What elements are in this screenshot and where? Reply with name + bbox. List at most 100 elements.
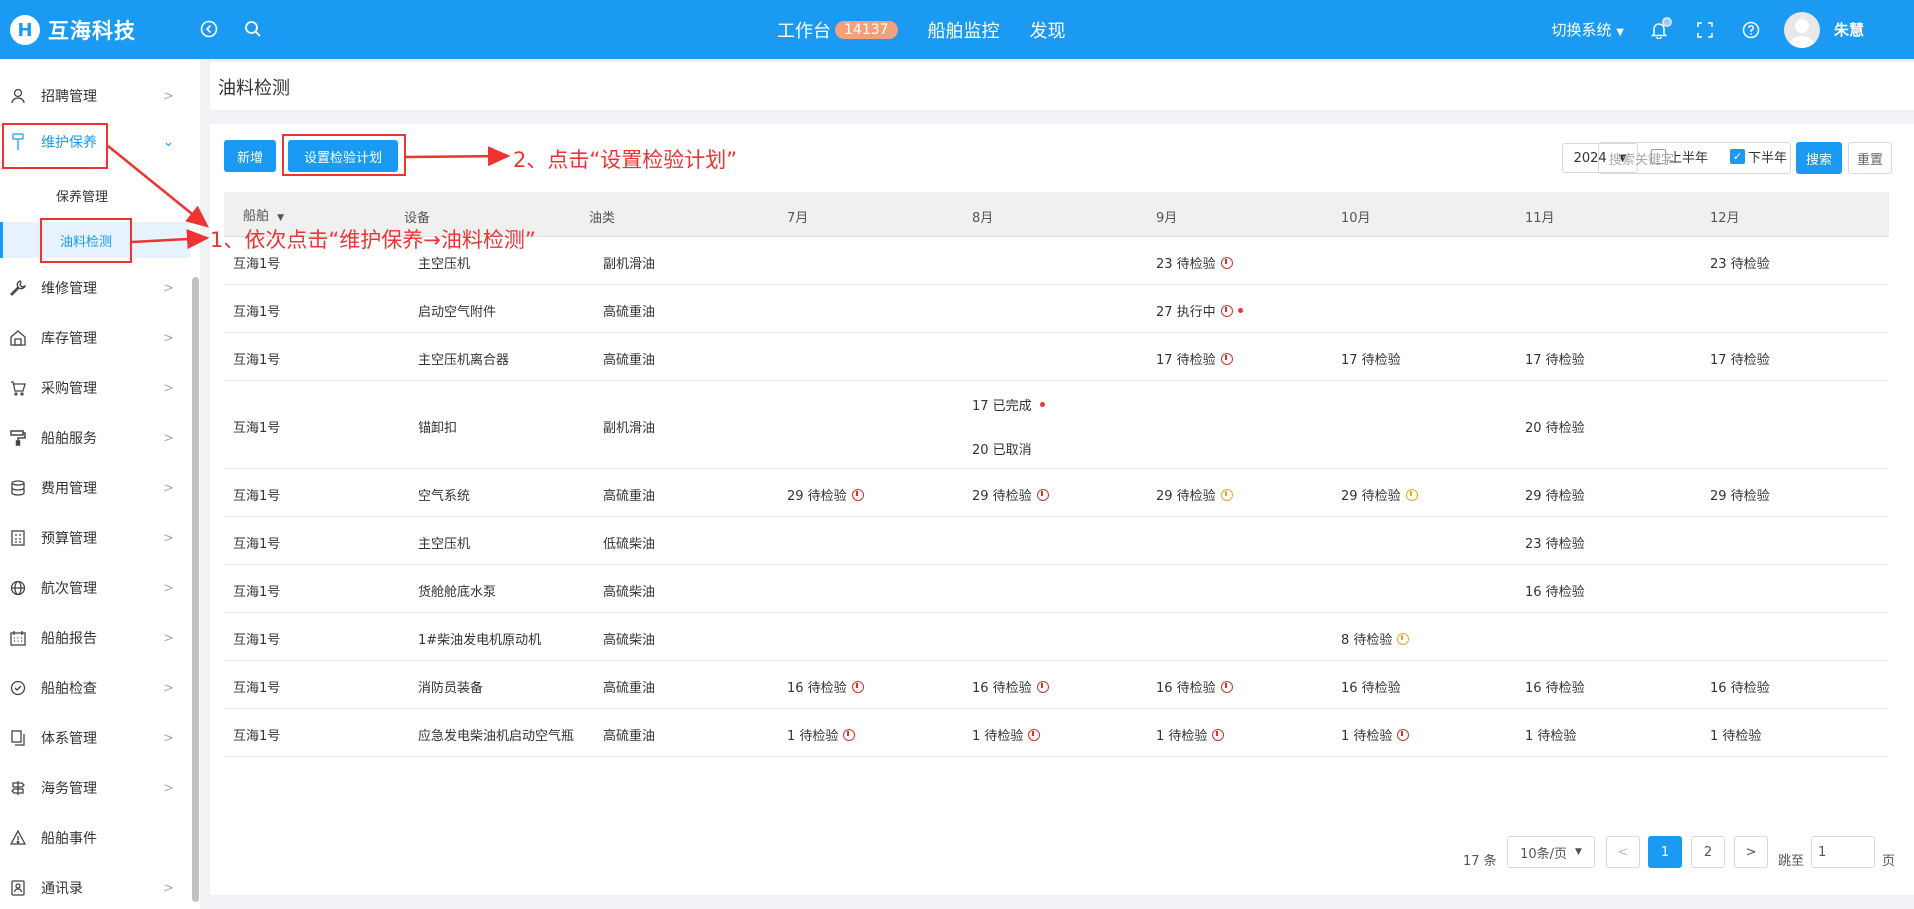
sidebar-item-budget[interactable]: 预算管理 > <box>0 518 190 558</box>
cell-nov[interactable]: 16 待检验 <box>1525 677 1585 696</box>
overdue-clock-icon <box>1397 728 1410 741</box>
sidebar-scrollbar[interactable] <box>192 277 199 902</box>
sidebar-item-system[interactable]: 体系管理 > <box>0 718 190 758</box>
overdue-clock-icon <box>1220 256 1233 269</box>
cell-oct[interactable]: 29 待检验 <box>1341 485 1418 504</box>
cell-nov[interactable]: 1 待检验 <box>1525 725 1576 744</box>
table-row[interactable]: 互海1号 1#柴油发电机原动机 高硫柴油 8 待检验 <box>224 613 1889 661</box>
table-row[interactable]: 互海1号 消防员装备 高硫重油 16 待检验 16 待检验 16 待检验 16 … <box>224 661 1889 709</box>
user-name[interactable]: 朱慧 <box>1834 19 1864 40</box>
cell-dec[interactable]: 29 待检验 <box>1710 485 1770 504</box>
cell-oct[interactable]: 16 待检验 <box>1341 677 1401 696</box>
nav-discover[interactable]: 发现 <box>1030 17 1066 43</box>
overdue-clock-icon <box>1220 304 1233 317</box>
sidebar-item-purchase[interactable]: 采购管理 > <box>0 368 190 408</box>
col-ship[interactable]: 船舶 ▼ <box>243 205 284 224</box>
page-button-1[interactable]: 1 <box>1648 836 1682 868</box>
nav-ship-monitor[interactable]: 船舶监控 <box>928 17 1000 43</box>
sidebar-item-label: 库存管理 <box>41 331 97 347</box>
sidebar-item-ship-report[interactable]: 船舶报告 > <box>0 618 190 658</box>
cell-aug[interactable]: 1 待检验 <box>972 725 1041 744</box>
back-circle-icon[interactable] <box>196 16 222 42</box>
cell-dec[interactable]: 23 待检验 <box>1710 253 1770 272</box>
table-row[interactable]: 互海1号 应急发电柴油机启动空气瓶 高硫重油 1 待检验 1 待检验 1 待检验… <box>224 709 1889 757</box>
logo[interactable]: H 互海科技 <box>10 12 136 48</box>
chevron-down-icon: ⌄ <box>163 134 174 150</box>
sidebar-item-voyage[interactable]: 航次管理 > <box>0 568 190 608</box>
page-button-2[interactable]: 2 <box>1691 836 1725 868</box>
cell-oil: 副机滑油 <box>603 421 656 436</box>
cell-sep[interactable]: 16 待检验 <box>1156 677 1233 696</box>
cell-ship: 互海1号 <box>233 729 281 744</box>
page-size-select[interactable]: 10条/页 ▼ <box>1507 836 1595 868</box>
cell-sep[interactable]: 23 待检验 <box>1156 253 1233 272</box>
user-avatar[interactable] <box>1783 11 1820 48</box>
chevron-right-icon: > <box>163 480 174 496</box>
paint-roller-icon <box>8 430 28 446</box>
jump-page-input[interactable]: 1 <box>1811 836 1875 868</box>
cell-nov[interactable]: 16 待检验 <box>1525 581 1585 600</box>
sidebar-item-contacts[interactable]: 通讯录 > <box>0 868 190 908</box>
cell-jul[interactable]: 29 待检验 <box>787 485 864 504</box>
status-text: 27 执行中 <box>1156 305 1216 320</box>
cell-aug-completed[interactable]: 17 已完成 <box>972 395 1045 414</box>
cell-jul[interactable]: 1 待检验 <box>787 725 856 744</box>
cell-dec[interactable]: 16 待检验 <box>1710 677 1770 696</box>
cell-equipment: 主空压机离合器 <box>418 353 510 368</box>
sidebar-item-label: 体系管理 <box>41 731 97 747</box>
switch-system-label: 切换系统 <box>1551 21 1612 39</box>
table-row[interactable]: 互海1号 货舱舱底水泵 高硫柴油 16 待检验 <box>224 565 1889 613</box>
cell-sep[interactable]: 1 待检验 <box>1156 725 1225 744</box>
cell-aug[interactable]: 29 待检验 <box>972 485 1049 504</box>
status-text: 1 待检验 <box>1156 729 1208 744</box>
cell-nov[interactable]: 20 待检验 <box>1525 417 1585 436</box>
cell-nov[interactable]: 23 待检验 <box>1525 533 1585 552</box>
bell-icon[interactable] <box>1646 16 1672 39</box>
search-icon[interactable] <box>240 16 266 42</box>
calendar-icon <box>8 630 28 646</box>
annotation-step2: 2、点击“设置检验计划” <box>513 148 738 172</box>
sidebar-item-marine[interactable]: 海务管理 > <box>0 768 190 808</box>
cell-nov[interactable]: 29 待检验 <box>1525 485 1585 504</box>
table-row[interactable]: 互海1号 主空压机 低硫柴油 23 待检验 <box>224 517 1889 565</box>
sidebar-item-repair[interactable]: 维修管理 > <box>0 268 190 308</box>
prev-page-button[interactable]: < <box>1606 836 1640 868</box>
cell-oct[interactable]: 1 待检验 <box>1341 725 1410 744</box>
sidebar-item-recruitment[interactable]: 招聘管理 > <box>0 76 190 116</box>
nav-workbench[interactable]: 工作台 14137 <box>777 17 898 43</box>
reset-button[interactable]: 重置 <box>1848 142 1892 174</box>
cell-dec[interactable]: 1 待检验 <box>1710 725 1761 744</box>
table-row[interactable]: 互海1号 空气系统 高硫重油 29 待检验 29 待检验 29 待检验 29 待… <box>224 469 1889 517</box>
caret-down-icon: ▼ <box>1616 27 1624 38</box>
fullscreen-icon[interactable] <box>1692 21 1718 38</box>
cell-nov[interactable]: 17 待检验 <box>1525 349 1585 368</box>
cell-sep[interactable]: 17 待检验 <box>1156 349 1233 368</box>
cell-sep[interactable]: 27 执行中 <box>1156 301 1243 320</box>
table-row[interactable]: 互海1号 主空压机离合器 高硫重油 17 待检验 17 待检验 17 待检验 1… <box>224 333 1889 381</box>
cell-oct[interactable]: 8 待检验 <box>1341 629 1410 648</box>
annotation-box-maintenance <box>2 123 108 169</box>
sidebar-item-inventory[interactable]: 库存管理 > <box>0 318 190 358</box>
switch-system-dropdown[interactable]: 切换系统 ▼ <box>1551 19 1624 40</box>
cell-dec[interactable]: 17 待检验 <box>1710 349 1770 368</box>
cell-aug[interactable]: 16 待检验 <box>972 677 1049 696</box>
search-input[interactable]: 搜索关键字 <box>1598 142 1791 174</box>
sidebar-item-ship-inspection[interactable]: 船舶检查 > <box>0 668 190 708</box>
status-text: 29 待检验 <box>1341 489 1401 504</box>
table-row[interactable]: 互海1号 启动空气附件 高硫重油 27 执行中 <box>224 285 1889 333</box>
cell-sep[interactable]: 29 待检验 <box>1156 485 1233 504</box>
add-button[interactable]: 新增 <box>224 140 276 172</box>
search-button[interactable]: 搜索 <box>1796 142 1842 174</box>
cell-jul[interactable]: 16 待检验 <box>787 677 864 696</box>
pagination-total: 17 条 <box>1463 853 1497 869</box>
help-icon[interactable] <box>1738 21 1764 39</box>
cell-aug-cancelled[interactable]: 20 已取消 <box>972 439 1032 458</box>
sidebar-sub-upkeep[interactable]: 保养管理 <box>56 177 206 213</box>
cell-ship: 互海1号 <box>233 537 281 552</box>
sidebar-item-ship-event[interactable]: 船舶事件 <box>0 818 190 858</box>
sidebar-item-ship-service[interactable]: 船舶服务 > <box>0 418 190 458</box>
table-row[interactable]: 互海1号 锚卸扣 副机滑油 17 已完成 20 已取消 20 待检验 <box>224 381 1889 469</box>
next-page-button[interactable]: > <box>1734 836 1768 868</box>
cell-oct[interactable]: 17 待检验 <box>1341 349 1401 368</box>
sidebar-item-expense[interactable]: 费用管理 > <box>0 468 190 508</box>
